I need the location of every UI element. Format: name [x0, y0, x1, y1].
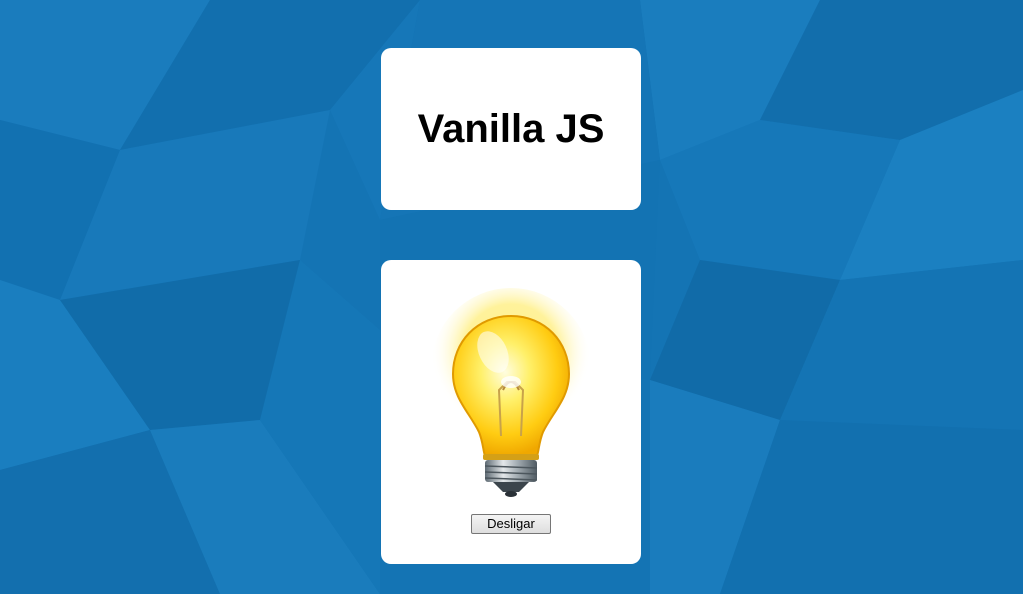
page-title: Vanilla JS: [417, 107, 605, 151]
title-card: Vanilla JS: [381, 48, 641, 210]
toggle-light-button[interactable]: Desligar: [471, 514, 551, 534]
lamp-card: Desligar: [381, 260, 641, 564]
lightbulb-on-icon: [431, 288, 591, 497]
